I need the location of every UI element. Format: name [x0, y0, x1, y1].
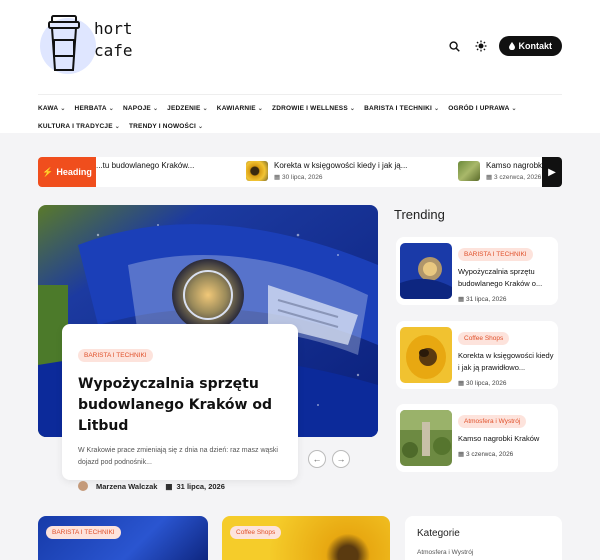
- category-badge[interactable]: BARISTA I TECHNIKI: [46, 526, 121, 539]
- nav-item-herbata[interactable]: HERBATA ⌄: [75, 99, 114, 117]
- nav-item-zdrowie[interactable]: ZDROWIE I WELLNESS ⌄: [272, 99, 355, 117]
- trending-item[interactable]: Atmosfera i Wystrój Kamso nagrobki Krakó…: [396, 404, 558, 472]
- chevron-down-icon: ⌄: [349, 105, 356, 112]
- calendar-icon: ▦: [486, 174, 493, 181]
- categories-widget: Kategorie Atmosfera i Wystrój: [405, 516, 562, 560]
- news-ticker: ⚡ Heading ...tu budowlanego Kraków... Ko…: [38, 157, 562, 187]
- trending-title[interactable]: Wypożyczalnia sprzętu budowlanego Kraków…: [458, 266, 554, 290]
- chevron-down-icon: ⌄: [152, 105, 159, 112]
- categories-heading: Kategorie: [417, 528, 460, 539]
- nav-item-barista[interactable]: BARISTA I TECHNIKI ⌄: [364, 99, 439, 117]
- site-logo[interactable]: hort cafe: [38, 10, 178, 76]
- theme-toggle-sun-icon[interactable]: [473, 38, 489, 54]
- arrow-right-icon: →: [336, 454, 346, 464]
- trending-thumbnail: [400, 243, 452, 299]
- category-link[interactable]: Atmosfera i Wystrój: [417, 549, 550, 556]
- slider-prev-button[interactable]: ←: [308, 450, 326, 468]
- ticker-next-button[interactable]: ▶: [542, 157, 562, 187]
- featured-post-title[interactable]: Wypożyczalnia sprzętu budowlanego Kraków…: [78, 374, 282, 437]
- trending-item[interactable]: Coffee Shops Korekta w księgowości kiedy…: [396, 321, 558, 389]
- play-icon: ▶: [548, 166, 556, 178]
- trending-heading: Trending: [394, 207, 445, 222]
- featured-post-card[interactable]: BARISTA I TECHNIKI Wypożyczalnia sprzętu…: [62, 324, 298, 491]
- chevron-down-icon: ⌄: [257, 105, 264, 112]
- calendar-icon: ▦: [458, 296, 465, 303]
- calendar-icon: ▦: [274, 174, 281, 181]
- post-card[interactable]: Coffee Shops: [222, 516, 390, 560]
- category-badge[interactable]: Coffee Shops: [230, 526, 282, 539]
- chevron-down-icon: ⌄: [433, 105, 440, 112]
- author-name[interactable]: Marzena Walczak: [96, 482, 157, 491]
- trending-thumbnail: [400, 410, 452, 466]
- coffee-cup-icon: [48, 15, 80, 71]
- nav-item-napoje[interactable]: NAPOJE ⌄: [123, 99, 158, 117]
- author-avatar: [78, 481, 88, 491]
- category-badge[interactable]: Coffee Shops: [458, 332, 510, 345]
- calendar-icon: ▦: [458, 380, 465, 387]
- arrow-left-icon: ←: [312, 454, 322, 464]
- trending-title[interactable]: Korekta w księgowości kiedy i jak ją pra…: [458, 350, 554, 374]
- nav-item-jedzenie[interactable]: JEDZENIE ⌄: [167, 99, 208, 117]
- chevron-down-icon: ⌄: [60, 105, 66, 112]
- ticker-item[interactable]: ...tu budowlanego Kraków...: [96, 161, 194, 170]
- post-card[interactable]: BARISTA I TECHNIKI: [38, 516, 208, 560]
- main-nav: KAWA ⌄ HERBATA ⌄ NAPOJE ⌄ JEDZENIE ⌄ KAWIARN…: [38, 94, 562, 135]
- drop-icon: [508, 42, 515, 50]
- contact-button[interactable]: Kontakt: [498, 36, 562, 56]
- flame-icon: ⚡: [42, 166, 54, 177]
- category-badge[interactable]: Atmosfera i Wystrój: [458, 415, 527, 428]
- calendar-icon: ▦: [165, 481, 173, 491]
- chevron-down-icon: ⌄: [198, 123, 204, 130]
- nav-item-kawiarnie[interactable]: KAWIARNIE ⌄: [217, 99, 263, 117]
- nav-item-kawa[interactable]: KAWA ⌄: [38, 99, 66, 117]
- category-badge[interactable]: BARISTA I TECHNIKI: [458, 248, 533, 261]
- category-badge[interactable]: BARISTA I TECHNIKI: [78, 349, 153, 362]
- slider-next-button[interactable]: →: [332, 450, 350, 468]
- calendar-icon: ▦: [458, 451, 465, 458]
- ticker-label: ⚡ Heading: [38, 157, 96, 187]
- trending-title[interactable]: Kamso nagrobki Kraków: [458, 433, 554, 445]
- ticker-item[interactable]: Kamso nagrobki Kraków ▦ 3 czerwca, 2026: [458, 161, 542, 181]
- chevron-down-icon: ⌄: [511, 105, 517, 112]
- site-name: hort cafe: [94, 19, 133, 60]
- ticker-thumbnail: [246, 161, 268, 181]
- chevron-down-icon: ⌄: [108, 105, 114, 112]
- post-meta: Marzena Walczak ▦ 31 lipca, 2026: [78, 481, 282, 491]
- chevron-down-icon: ⌄: [114, 123, 120, 130]
- post-date: 31 lipca, 2026: [176, 481, 225, 491]
- chevron-down-icon: ⌄: [202, 105, 208, 112]
- nav-item-ogrod[interactable]: OGRÓD I UPRAWA ⌄: [448, 99, 517, 117]
- ticker-item[interactable]: Korekta w księgowości kiedy i jak ją... …: [246, 161, 407, 181]
- search-icon[interactable]: [447, 38, 463, 54]
- featured-post-excerpt: W Krakowie prace zmieniają się z dnia na…: [78, 447, 278, 466]
- ticker-thumbnail: [458, 161, 480, 181]
- trending-thumbnail: [400, 327, 452, 383]
- trending-item[interactable]: BARISTA I TECHNIKI Wypożyczalnia sprzętu…: [396, 237, 558, 305]
